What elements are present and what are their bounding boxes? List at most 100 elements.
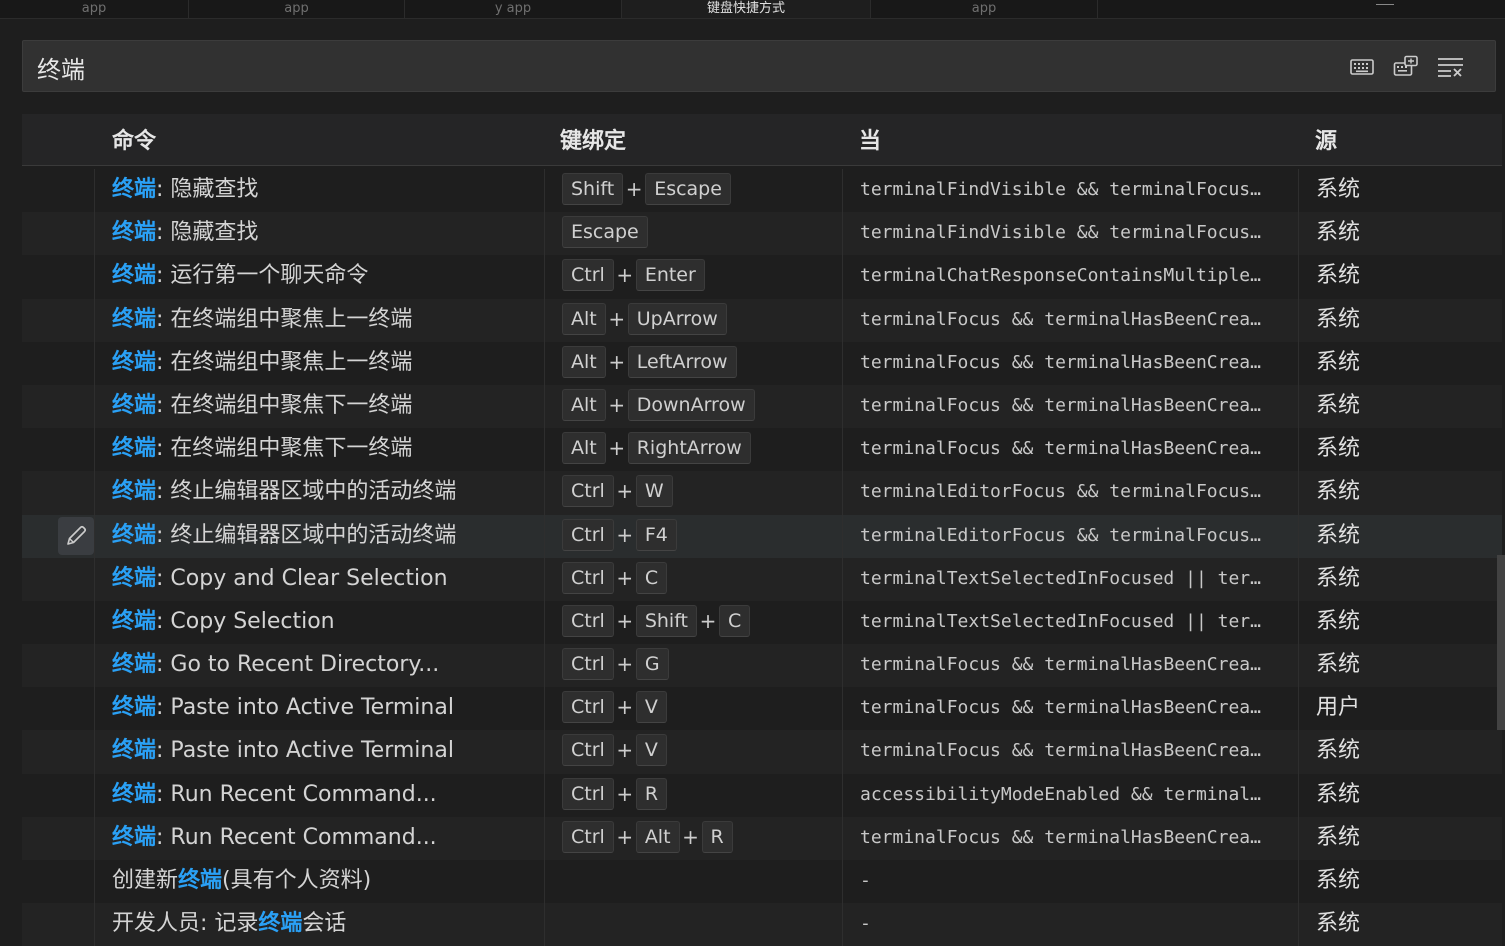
keybinding-label: Ctrl + W [562,475,673,508]
table-row[interactable]: 终端: Paste into Active Terminal Ctrl + Vterm… [22,687,1502,731]
editor-tab-bar: app app y app 键盘快捷方式 app [0,0,1505,19]
keybinding-label: Ctrl + Alt + R [562,820,733,853]
keybinding-label: Ctrl + C [562,561,668,594]
keybinding-cell: Ctrl + C [544,557,843,601]
editor-tab-active[interactable]: 键盘快捷方式 [622,0,871,18]
key-chip: G [635,648,669,681]
key-separator: + [608,392,626,417]
table-row[interactable]: 终端: 在终端组中聚焦下一终端 Alt + DownArrow terminalFocu… [22,384,1502,429]
search-highlight: 终端 [112,781,157,807]
table-row[interactable]: 终端: Copy and Clear Selection Ctrl + Ctermin… [22,557,1502,601]
keybinding-cell: Ctrl + W [544,471,843,515]
column-header-source[interactable]: 源 [1315,114,1337,166]
table-row[interactable]: 创建新终端(具有个人资料) - 系统 [22,860,1502,904]
table-row[interactable]: 终端: 隐藏查找 Escape terminalFindVisible && ter… [22,212,1502,256]
command-label: : 在终端组中聚焦下一终端 [156,392,413,418]
key-chip: Escape [645,173,731,205]
keyboard-icon[interactable] [1348,53,1376,81]
layout-icon[interactable] [1376,0,1394,5]
source-cell: 系统 [1298,773,1502,817]
command-label: 创建新 [112,868,179,893]
command-label: : 终止编辑器区域中的活动终端 [156,479,457,505]
search-highlight: 终端 [112,522,157,548]
keybinding-cell: Alt + LeftArrow [544,341,843,385]
when-clause-cell: terminalFindVisible && terminalFocus… [842,212,1298,256]
key-separator: + [616,781,634,806]
search-highlight: 终端 [112,220,157,246]
editor-tab[interactable]: y app [405,0,622,18]
key-chip: Ctrl [562,734,614,767]
key-chip: Shift [635,604,697,637]
editor-tab[interactable]: app [871,0,1098,18]
keybinding-label: Ctrl + F4 [562,518,677,551]
table-row[interactable]: 终端: 终止编辑器区域中的活动终端 Ctrl + WterminalEditorFoc… [22,471,1502,515]
command-label: : 终止编辑器区域中的活动终端 [156,522,457,548]
key-chip: F4 [635,518,677,551]
when-clause-cell: terminalFindVisible && terminalFocus… [842,169,1298,213]
tab-label: 键盘快捷方式 [706,1,785,16]
key-chip: LeftArrow [627,345,737,378]
pencil-icon[interactable] [58,516,94,555]
keybinding-label: Escape [562,216,648,249]
table-row[interactable]: 终端: 在终端组中聚焦上一终端 Alt + UpArrow terminalFocus … [22,298,1502,342]
column-header-when[interactable]: 当 [859,114,881,166]
vertical-scrollbar[interactable] [1497,555,1505,730]
table-row[interactable]: 终端: 隐藏查找 Shift + Escape terminalFindVisible … [22,169,1502,213]
search-highlight: 终端 [178,868,223,893]
table-row[interactable]: 终端: Run Recent Command... Ctrl + Alt + Rtermi… [22,816,1502,860]
table-row[interactable]: 终端: 运行第一个聊天命令 Ctrl + Enter terminalChatRespo… [22,255,1502,299]
keybindings-search-input[interactable] [35,49,1319,85]
search-highlight: 终端 [112,695,157,721]
sort-by-precedence-icon[interactable] [1392,53,1420,81]
edit-column-cell [22,471,95,515]
source-cell: 系统 [1298,644,1502,688]
edit-column-cell [22,514,95,558]
key-separator: + [616,263,634,288]
key-chip: W [635,475,673,508]
key-chip: Ctrl [562,561,614,594]
table-row[interactable]: 终端: 在终端组中聚焦上一终端 Alt + LeftArrow terminalFocu… [22,341,1502,385]
source-cell: 系统 [1298,903,1502,946]
edit-column-cell [22,212,95,256]
edit-column-cell [22,687,95,731]
column-header-command[interactable]: 命令 [112,114,156,166]
table-row[interactable]: 终端: Run Recent Command... Ctrl + Raccessibi… [22,773,1502,817]
edit-column-cell [22,644,95,688]
command-cell: 终端: Copy Selection [112,601,542,644]
keybinding-cell: Ctrl + Shift + C [544,600,843,645]
search-highlight: 终端 [112,177,157,202]
tab-label: app [971,1,997,16]
when-clause-cell: - [842,860,1298,904]
column-header-keybinding[interactable]: 键绑定 [560,114,626,166]
when-clause-cell: - [842,903,1298,946]
command-label: : Go to Recent Directory... [156,652,440,678]
when-clause-cell: terminalFocus && terminalHasBeenCrea… [842,644,1298,688]
edit-column-cell [22,557,95,601]
command-cell: 终端: 在终端组中聚焦下一终端 [112,385,542,428]
table-row[interactable]: 终端: Paste into Active Terminal Ctrl + Vterm… [22,730,1502,774]
editor-tab[interactable]: app [0,0,189,18]
table-row[interactable]: 开发人员: 记录终端会话 - 系统 [22,903,1502,946]
keybinding-cell: Alt + UpArrow [544,298,843,342]
command-cell: 创建新终端(具有个人资料) [112,860,542,903]
key-separator: + [616,479,634,504]
editor-tab[interactable]: app [189,0,405,18]
key-separator: + [608,349,626,374]
table-row[interactable]: 终端: 在终端组中聚焦下一终端 Alt + RightArrow terminalFoc… [22,428,1502,472]
keybinding-label: Shift + Escape [562,173,731,205]
table-row[interactable]: 终端: 终止编辑器区域中的活动终端 Ctrl + F4 terminalEditorFo… [22,514,1502,558]
key-separator: + [616,738,634,763]
key-chip: Ctrl [562,691,614,724]
key-chip: Alt [562,302,606,335]
table-row[interactable]: 终端: Copy Selection Ctrl + Shift + CterminalTe… [22,600,1502,645]
command-label: : 隐藏查找 [156,177,259,202]
key-separator: + [616,652,634,677]
command-cell: 终端: 在终端组中聚焦上一终端 [112,342,542,385]
source-cell: 用户 [1298,687,1502,731]
table-row[interactable]: 终端: Go to Recent Directory... Ctrl + Gtermi… [22,644,1502,688]
when-clause-cell: terminalEditorFocus && terminalFocus… [842,471,1298,515]
keybinding-label: Alt + LeftArrow [562,345,737,378]
clear-search-icon[interactable] [1437,53,1465,81]
key-chip: Alt [635,820,680,853]
search-highlight: 终端 [112,392,157,418]
